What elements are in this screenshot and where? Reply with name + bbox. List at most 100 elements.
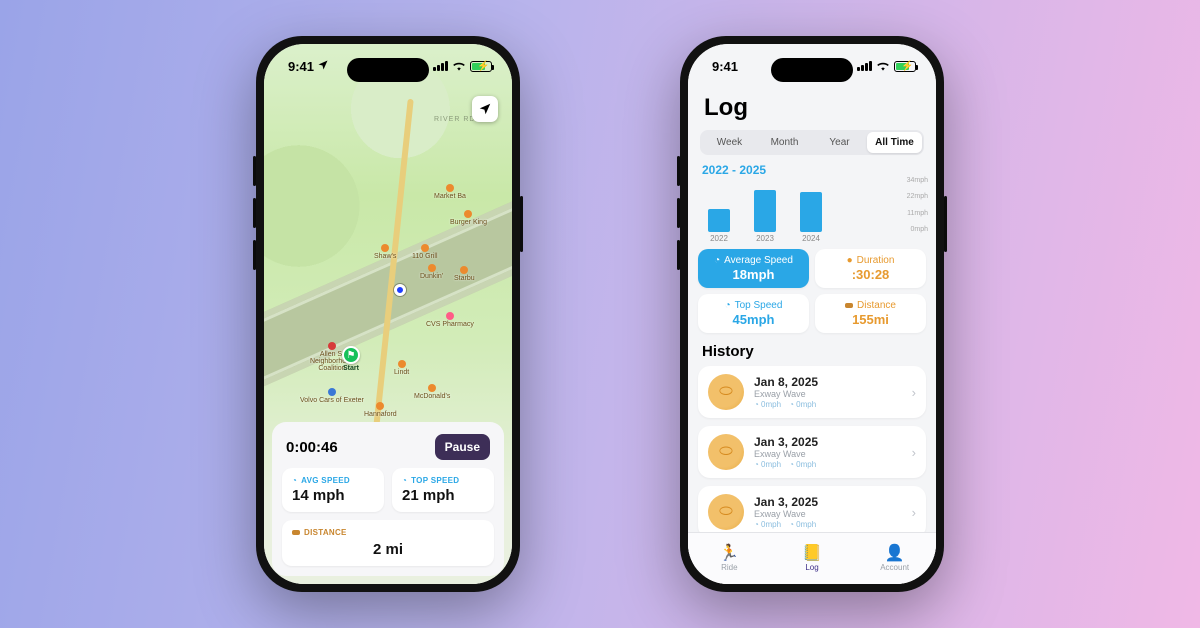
metric-value: 45mph — [702, 312, 805, 327]
date-range-label: 2022 - 2025 — [688, 155, 936, 177]
poi-label: Volvo Cars of Exeter — [300, 397, 364, 404]
map-poi[interactable]: Hannaford — [364, 402, 397, 418]
map-poi[interactable]: Lindt — [394, 360, 409, 376]
gauge-icon: ◔ — [725, 300, 731, 311]
poi-label: Dunkin' — [420, 273, 443, 280]
map-poi[interactable]: Dunkin' — [420, 264, 443, 280]
history-heading: History — [688, 333, 936, 366]
tab-label: Account — [880, 563, 909, 572]
segment-year[interactable]: Year — [812, 132, 867, 153]
poi-dot-icon — [428, 384, 436, 392]
history-stat: ◔ 0mph — [754, 520, 781, 529]
metric-label: Distance — [857, 300, 896, 311]
tab-label: Log — [805, 563, 818, 572]
top-speed-label: TOP SPEED — [411, 476, 459, 485]
clock-icon: ● — [847, 255, 853, 266]
battery-icon: ⚡ — [470, 61, 492, 72]
poi-label: CVS Pharmacy — [426, 321, 474, 328]
cellular-icon — [433, 61, 448, 71]
chevron-right-icon: › — [912, 445, 916, 460]
duration-metric[interactable]: ●Duration :30:28 — [815, 249, 926, 288]
road-label: RIVER RD — [434, 116, 475, 123]
start-pin: Start — [342, 346, 360, 372]
wifi-icon — [876, 61, 890, 71]
y-tick: 11mph — [894, 210, 928, 217]
metric-value: :30:28 — [819, 267, 922, 282]
poi-dot-icon — [398, 360, 406, 368]
map-poi[interactable]: Burger King — [450, 210, 487, 226]
history-stat: ◔ 0mph — [754, 400, 781, 409]
map-poi[interactable]: 110 Grill — [412, 244, 438, 260]
history-stat: ◔ 0mph — [789, 400, 816, 409]
y-tick: 34mph — [894, 177, 928, 184]
location-arrow-icon — [317, 59, 329, 74]
segment-month[interactable]: Month — [757, 132, 812, 153]
chart-bar: 2023 — [754, 177, 776, 243]
history-board: Exway Wave — [754, 509, 902, 519]
cellular-icon — [857, 61, 872, 71]
map-poi[interactable]: McDonald's — [414, 384, 450, 400]
poi-dot-icon — [328, 388, 336, 396]
poi-dot-icon — [376, 402, 384, 410]
poi-label: Lindt — [394, 369, 409, 376]
map-poi[interactable]: Shaw's — [374, 244, 396, 260]
map-poi[interactable]: Starbu — [454, 266, 475, 282]
history-stat: ◔ 0mph — [754, 460, 781, 469]
history-list: ⬭ Jan 8, 2025 Exway Wave ◔ 0mph ◔ 0mph ›… — [688, 366, 936, 538]
history-date: Jan 3, 2025 — [754, 435, 902, 449]
poi-label: Shaw's — [374, 253, 396, 260]
gauge-icon: ◔ — [402, 476, 407, 485]
map-poi[interactable]: Market Ba — [434, 184, 466, 200]
metric-label: Top Speed — [735, 300, 783, 311]
history-item[interactable]: ⬭ Jan 3, 2025 Exway Wave ◔ 0mph ◔ 0mph › — [698, 486, 926, 538]
page-title: Log — [688, 88, 936, 130]
recenter-button[interactable] — [472, 96, 498, 122]
map-poi[interactable]: Volvo Cars of Exeter — [300, 388, 364, 404]
tab-account[interactable]: 👤Account — [853, 533, 936, 584]
distance-value: 2 mi — [292, 541, 484, 558]
metric-label: Average Speed — [724, 255, 793, 266]
poi-dot-icon — [428, 264, 436, 272]
tab-label: Ride — [721, 563, 737, 572]
time-range-segmented-control[interactable]: WeekMonthYearAll Time — [700, 130, 924, 155]
avg-speed-card: ◔AVG SPEED 14 mph — [282, 468, 384, 512]
history-item[interactable]: ⬭ Jan 8, 2025 Exway Wave ◔ 0mph ◔ 0mph › — [698, 366, 926, 418]
status-time: 9:41 — [712, 59, 738, 74]
avg-speed-label: AVG SPEED — [301, 476, 350, 485]
metric-value: 155mi — [819, 312, 922, 327]
dynamic-island — [771, 58, 853, 82]
poi-dot-icon — [328, 342, 336, 350]
chart-bar: 2022 — [708, 177, 730, 243]
poi-dot-icon — [421, 244, 429, 252]
history-board: Exway Wave — [754, 449, 902, 459]
log-icon: 📒 — [802, 546, 822, 562]
tab-ride[interactable]: 🏃Ride — [688, 533, 771, 584]
history-item[interactable]: ⬭ Jan 3, 2025 Exway Wave ◔ 0mph ◔ 0mph › — [698, 426, 926, 478]
top-speed-value: 21 mph — [402, 487, 484, 504]
ride-icon: ⬭ — [708, 494, 744, 530]
poi-label: Burger King — [450, 219, 487, 226]
summary-metrics-grid: ◔Average Speed 18mph ●Duration :30:28 ◔ T… — [688, 249, 936, 333]
pause-button[interactable]: Pause — [435, 434, 490, 460]
poi-label: Starbu — [454, 275, 475, 282]
metric-value: 18mph — [702, 267, 805, 282]
route-icon — [845, 303, 853, 308]
avg-speed-metric[interactable]: ◔Average Speed 18mph — [698, 249, 809, 288]
map-poi[interactable]: CVS Pharmacy — [426, 312, 474, 328]
dynamic-island — [347, 58, 429, 82]
history-stat: ◔ 0mph — [789, 520, 816, 529]
segment-all-time[interactable]: All Time — [867, 132, 922, 153]
history-stat: ◔ 0mph — [789, 460, 816, 469]
segment-week[interactable]: Week — [702, 132, 757, 153]
history-date: Jan 8, 2025 — [754, 375, 902, 389]
route-icon — [292, 530, 300, 535]
distance-label: DISTANCE — [304, 528, 347, 537]
top-speed-card: ◔ TOP SPEED 21 mph — [392, 468, 494, 512]
top-speed-metric[interactable]: ◔ Top Speed 45mph — [698, 294, 809, 333]
poi-label: 110 Grill — [412, 253, 438, 260]
chevron-right-icon: › — [912, 385, 916, 400]
phone-log: 9:41 ⚡ Log WeekMonthYearAll Time 2022 - … — [680, 36, 944, 592]
y-tick: 0mph — [894, 226, 928, 233]
tab-log[interactable]: 📒Log — [771, 533, 854, 584]
distance-metric[interactable]: Distance 155mi — [815, 294, 926, 333]
